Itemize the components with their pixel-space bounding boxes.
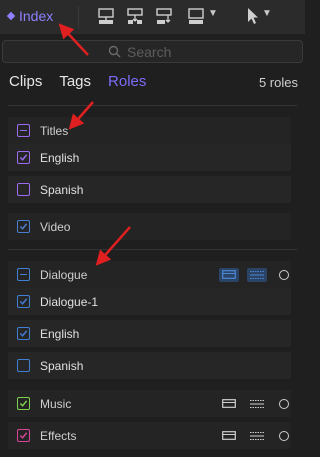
chevron-down-icon[interactable]: ▼ (208, 8, 218, 19)
focus-lanes-icon[interactable] (247, 429, 267, 443)
toolbar-divider (78, 6, 79, 28)
index-button[interactable]: Index (4, 5, 53, 27)
subrole-checkbox[interactable] (17, 151, 30, 164)
role-effects[interactable]: Effects (8, 422, 291, 449)
search-icon (108, 45, 121, 58)
focus-lanes-icon[interactable] (247, 397, 267, 411)
music-checkbox[interactable] (17, 397, 30, 410)
connect-clip-icon[interactable] (96, 6, 116, 26)
role-dialogue[interactable]: Dialogue (8, 261, 291, 288)
collapse-circle-icon[interactable] (279, 430, 289, 441)
role-music[interactable]: Music (8, 390, 291, 417)
role-titles[interactable]: Titles (8, 117, 291, 144)
subrole-checkbox[interactable] (17, 327, 30, 340)
index-label: Index (19, 8, 54, 24)
search-input[interactable] (127, 43, 197, 60)
subrole-label: Spanish (40, 358, 84, 373)
subrole-checkbox[interactable] (17, 359, 30, 372)
subrole-dialogue-1[interactable]: Dialogue-1 (8, 288, 291, 315)
titles-checkbox[interactable] (17, 124, 30, 137)
divider (8, 105, 297, 106)
subrole-dialogue-spanish[interactable]: Spanish (8, 352, 291, 379)
collapse-circle-icon[interactable] (279, 269, 289, 280)
select-tool-icon[interactable] (243, 6, 263, 26)
subrole-label: English (40, 326, 80, 341)
chevron-down-icon[interactable]: ▼ (262, 8, 272, 19)
subrole-label: Spanish (40, 182, 84, 197)
tab-clips[interactable]: Clips (9, 73, 42, 90)
divider (8, 249, 297, 250)
tab-tags[interactable]: Tags (59, 73, 91, 90)
roles-count: 5 roles (258, 75, 298, 90)
tab-roles[interactable]: Roles (108, 73, 146, 90)
subrole-titles-spanish[interactable]: Spanish (8, 176, 291, 203)
dialogue-controls (219, 261, 289, 288)
lane-icon[interactable] (219, 267, 239, 282)
subrole-titles-english[interactable]: English (8, 144, 291, 171)
effects-controls (219, 422, 289, 449)
subrole-label: English (40, 150, 80, 165)
lane-icon[interactable] (219, 397, 239, 411)
role-label: Music (40, 396, 72, 411)
music-controls (219, 390, 289, 417)
subrole-dialogue-english[interactable]: English (8, 320, 291, 347)
index-tabs: Clips Tags Roles (9, 73, 146, 90)
subrole-label: Dialogue-1 (40, 294, 99, 309)
diamond-icon (6, 11, 16, 21)
role-video[interactable]: Video (8, 213, 291, 240)
lane-icon[interactable] (219, 429, 239, 443)
search-field[interactable] (2, 40, 303, 63)
subrole-checkbox[interactable] (17, 295, 30, 308)
dialogue-checkbox[interactable] (17, 268, 30, 281)
role-label: Titles (40, 123, 69, 138)
role-label: Video (40, 219, 71, 234)
video-checkbox[interactable] (17, 220, 30, 233)
collapse-circle-icon[interactable] (279, 398, 289, 409)
insert-clip-icon[interactable] (125, 6, 145, 26)
subrole-checkbox[interactable] (17, 183, 30, 196)
append-clip-icon[interactable] (154, 6, 174, 26)
effects-checkbox[interactable] (17, 429, 30, 442)
focus-lanes-icon[interactable] (247, 267, 267, 282)
toolbar: Index ▼ ▼ (0, 0, 305, 34)
role-label: Dialogue (40, 267, 88, 282)
overwrite-clip-icon[interactable] (186, 6, 206, 26)
role-label: Effects (40, 428, 77, 443)
